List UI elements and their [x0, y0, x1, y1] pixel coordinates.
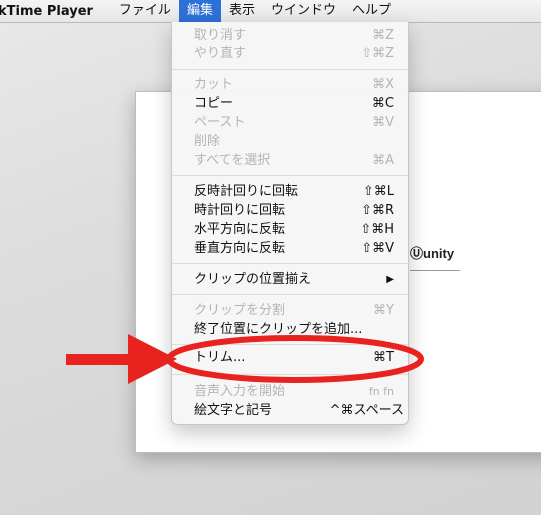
menu-item-label: ペースト	[194, 115, 246, 130]
menu-item-select-all[interactable]: すべてを選択 ⌘A	[172, 151, 408, 170]
menu-item-label: トリム...	[194, 350, 246, 365]
menu-item-shortcut: ⌘Y	[373, 303, 394, 318]
menu-item-label: 垂直方向に反転	[194, 241, 286, 256]
menu-edit[interactable]: 編集	[178, 0, 221, 22]
menu-item-label: 時計回りに回転	[194, 203, 286, 218]
menu-item-shortcut: ⇧⌘V	[361, 241, 394, 256]
menu-view[interactable]: 表示	[221, 0, 263, 22]
menu-item-label: やり直す	[194, 46, 247, 61]
menu-item-shortcut: ⌘T	[373, 350, 394, 365]
menu-item-redo[interactable]: やり直す ⇧⌘Z	[172, 44, 408, 63]
menu-item-shortcut: ⌘A	[372, 153, 394, 168]
menu-item-shortcut: ⇧⌘L	[362, 184, 394, 199]
menu-item-label: 水平方向に反転	[194, 222, 286, 237]
menu-item-rotate-right[interactable]: 時計回りに回転 ⇧⌘R	[172, 201, 408, 220]
menu-item-flip-horizontal[interactable]: 水平方向に反転 ⇧⌘H	[172, 220, 408, 239]
menu-item-start-dictation[interactable]: 音声入力を開始 fn fn	[172, 382, 408, 401]
menu-item-cut[interactable]: カット ⌘X	[172, 75, 408, 94]
menu-item-shortcut: ⌘X	[372, 77, 394, 92]
menu-help[interactable]: ヘルプ	[344, 0, 399, 22]
menu-item-shortcut: ⇧⌘Z	[361, 46, 394, 61]
submenu-arrow-icon: ▶	[386, 274, 394, 285]
menu-item-shortcut: ^⌘スペース	[329, 403, 404, 418]
menu-separator	[172, 374, 408, 375]
menu-item-emoji-symbols[interactable]: 絵文字と記号 ^⌘スペース	[172, 401, 408, 420]
unity-logo: Ⓤunity	[410, 243, 454, 262]
menu-item-paste[interactable]: ペースト ⌘V	[172, 113, 408, 132]
logo-mark-icon: Ⓤ	[410, 246, 424, 261]
app-menu[interactable]: kTime Player	[0, 4, 93, 19]
menu-item-shortcut: ⌘Z	[372, 28, 394, 43]
menu-separator	[172, 294, 408, 295]
menu-item-label: 反時計回りに回転	[194, 184, 299, 199]
logo-text: unity	[423, 246, 455, 261]
menu-bar: kTime Player ファイル 編集 表示 ウインドウ ヘルプ	[0, 0, 541, 23]
menu-item-shortcut: ⇧⌘H	[360, 222, 394, 237]
menu-item-shortcut: fn fn	[368, 385, 394, 398]
menu-item-label: クリップの位置揃え	[194, 272, 312, 287]
menu-item-shortcut: ⇧⌘R	[361, 203, 394, 218]
menu-item-label: 絵文字と記号	[194, 403, 273, 418]
menu-item-label: すべてを選択	[194, 153, 271, 168]
menu-window[interactable]: ウインドウ	[263, 0, 344, 22]
menu-item-trim[interactable]: トリム... ⌘T	[172, 348, 408, 367]
menu-item-flip-vertical[interactable]: 垂直方向に反転 ⇧⌘V	[172, 239, 408, 258]
menu-separator	[172, 344, 408, 345]
menu-item-label: カット	[194, 77, 234, 92]
menu-item-label: 終了位置にクリップを追加...	[194, 322, 363, 337]
menu-separator	[172, 69, 408, 70]
menu-file[interactable]: ファイル	[111, 0, 179, 22]
logo-underline	[410, 270, 460, 271]
menu-item-label: 削除	[194, 134, 221, 149]
edit-dropdown-menu: 取り消す ⌘Z やり直す ⇧⌘Z カット ⌘X コピー ⌘C ペースト ⌘V 削除 すべて…	[171, 22, 409, 425]
menu-item-undo[interactable]: 取り消す ⌘Z	[172, 26, 408, 45]
menu-item-rotate-left[interactable]: 反時計回りに回転 ⇧⌘L	[172, 182, 408, 201]
menu-separator	[172, 175, 408, 176]
menu-item-split-clip[interactable]: クリップを分割 ⌘Y	[172, 301, 408, 320]
menu-item-add-clip-to-end[interactable]: 終了位置にクリップを追加...	[172, 320, 408, 339]
menu-item-delete[interactable]: 削除	[172, 132, 408, 151]
menu-item-shortcut: ⌘V	[372, 115, 394, 130]
menu-item-label: クリップを分割	[194, 303, 286, 318]
menu-item-label: コピー	[194, 96, 234, 111]
menu-item-copy[interactable]: コピー ⌘C	[172, 94, 408, 113]
menu-item-shortcut: ⌘C	[371, 96, 394, 111]
menu-item-label: 取り消す	[194, 28, 247, 43]
menu-separator	[172, 263, 408, 264]
menu-item-align-clips[interactable]: クリップの位置揃え ▶	[172, 270, 408, 289]
menu-item-label: 音声入力を開始	[194, 384, 286, 399]
